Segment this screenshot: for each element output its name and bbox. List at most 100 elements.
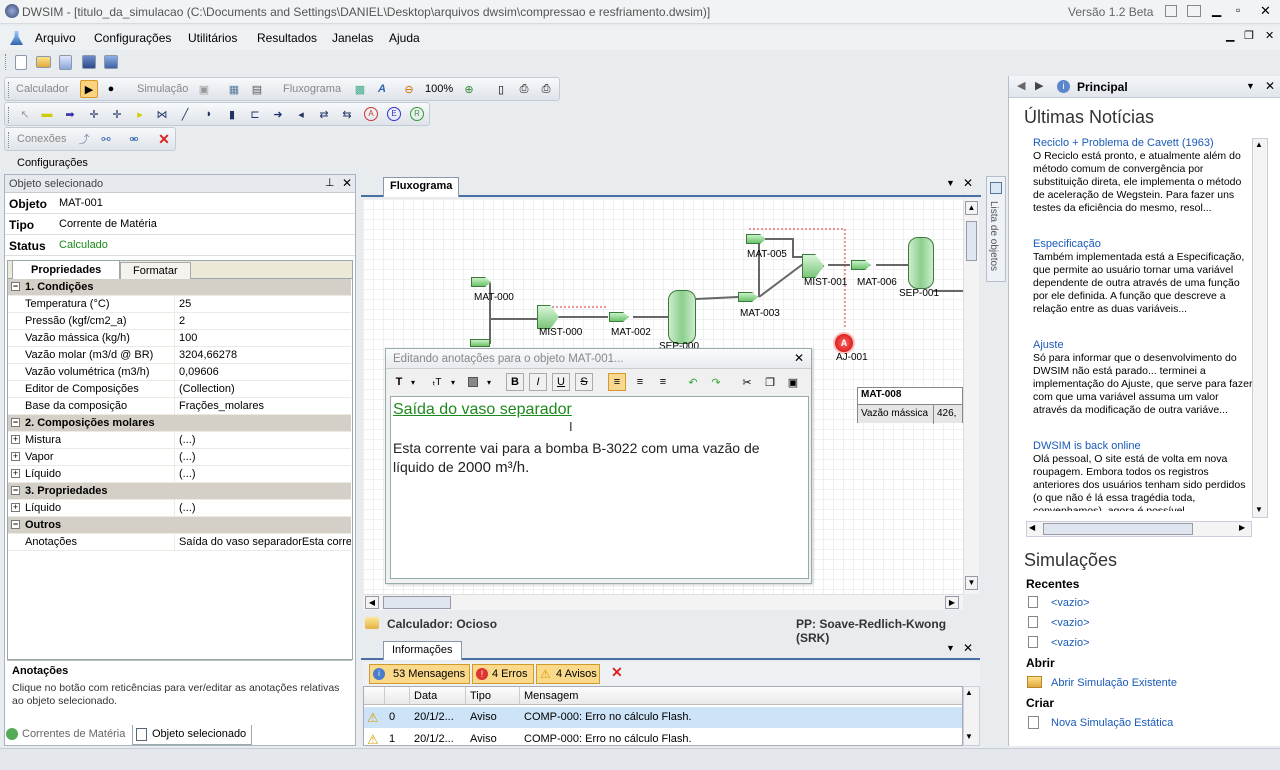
- messages-filter[interactable]: i 53 Mensagens: [369, 664, 470, 684]
- editor-close-icon[interactable]: ✕: [794, 351, 804, 365]
- new-file-icon[interactable]: [12, 53, 30, 71]
- prop-row[interactable]: Anotações Saída do vaso separadorEsta cor…: [8, 534, 351, 551]
- open-folder-icon[interactable]: [34, 53, 52, 71]
- info-close-icon[interactable]: ✕: [963, 641, 973, 655]
- redo-icon[interactable]: ↷: [707, 373, 725, 391]
- col-data[interactable]: Data: [414, 690, 437, 702]
- grid-icon[interactable]: ▦: [225, 80, 243, 98]
- table-row[interactable]: ⚠ 1 20/1/2... Aviso COMP-000: Erro no cá…: [364, 729, 962, 745]
- category-condicoes[interactable]: − 1. Condições: [8, 279, 351, 296]
- news-link[interactable]: Reciclo + Problema de Cavett (1963): [1033, 137, 1214, 149]
- recent-item[interactable]: <vazio>: [1051, 617, 1090, 629]
- tab-formatar[interactable]: Formatar: [120, 262, 191, 279]
- menu-utilitarios[interactable]: Utilitários: [188, 31, 237, 45]
- configuracoes-label[interactable]: Configurações: [17, 157, 88, 169]
- collapse-icon[interactable]: −: [11, 486, 20, 495]
- news-link[interactable]: DWSIM is back online: [1033, 440, 1141, 452]
- close-icon[interactable]: ✕: [1260, 3, 1271, 19]
- object-list-side-tab[interactable]: Lista de objetos: [986, 176, 1006, 282]
- open-multiple-icon[interactable]: [56, 53, 74, 71]
- heater-icon[interactable]: ➜: [269, 105, 287, 123]
- minimize-icon[interactable]: ▁: [1212, 3, 1221, 17]
- collapse-icon[interactable]: −: [11, 520, 20, 529]
- scroll-left-icon[interactable]: ◀: [1029, 523, 1035, 532]
- mixer-icon[interactable]: ✛: [85, 105, 103, 123]
- scroll-left-icon[interactable]: ◀: [365, 596, 379, 609]
- dropdown-icon[interactable]: ▼: [946, 178, 955, 188]
- copy-icon[interactable]: ❐: [761, 373, 779, 391]
- pump-icon[interactable]: ▸: [131, 105, 149, 123]
- expand-icon[interactable]: +: [11, 503, 20, 512]
- pin-icon[interactable]: ⊥: [325, 176, 335, 189]
- compressor-icon[interactable]: ◗: [200, 105, 218, 123]
- align-left-icon[interactable]: ≡: [608, 373, 626, 391]
- cube-icon[interactable]: ▣: [195, 80, 213, 98]
- save-icon[interactable]: [80, 53, 98, 71]
- prop-row[interactable]: Pressão (kgf/cm2_a) 2: [8, 313, 351, 330]
- collapse-icon[interactable]: −: [11, 282, 20, 291]
- category-propriedades[interactable]: − 3. Propriedades: [8, 483, 351, 500]
- tab-fluxograma[interactable]: Fluxograma: [383, 177, 460, 197]
- messages-scrollbar[interactable]: ▲ ▼: [963, 686, 980, 746]
- splitter-icon[interactable]: ✛: [108, 105, 126, 123]
- connect-icon[interactable]: ⤴: [75, 130, 93, 148]
- save-all-icon[interactable]: [102, 53, 120, 71]
- tab-objeto-selecionado[interactable]: Objeto selecionado: [132, 725, 252, 745]
- underline-icon[interactable]: U: [552, 373, 570, 391]
- hscroll-thumb[interactable]: [383, 596, 451, 609]
- news-link[interactable]: Especificação: [1033, 238, 1101, 250]
- pipe-icon[interactable]: ╱: [176, 105, 194, 123]
- prop-row[interactable]: Vazão volumétrica (m3/h) 0,09606: [8, 364, 351, 381]
- errors-filter[interactable]: ! 4 Erros: [472, 664, 534, 684]
- info-dropdown-icon[interactable]: ▼: [946, 643, 955, 653]
- news-vscroll[interactable]: ▲ ▼: [1252, 138, 1268, 518]
- expand-icon[interactable]: +: [11, 435, 20, 444]
- mdi-restore-icon[interactable]: ❐: [1244, 29, 1254, 42]
- menu-configuracoes[interactable]: Configurações: [94, 31, 171, 45]
- news-hscroll[interactable]: ◀ ▶: [1026, 521, 1252, 537]
- valve-icon[interactable]: ⋈: [153, 105, 171, 123]
- print-preview-icon[interactable]: ⎙: [537, 80, 555, 98]
- new-simulation-link[interactable]: Nova Simulação Estática: [1051, 717, 1173, 729]
- panel-close-icon[interactable]: ✕: [342, 176, 352, 190]
- scroll-up-icon[interactable]: ▲: [1255, 140, 1263, 149]
- separator-sep-001[interactable]: [908, 237, 934, 289]
- stream-lower-fragment[interactable]: [470, 339, 490, 347]
- recent-item[interactable]: <vazio>: [1051, 637, 1090, 649]
- prop-row[interactable]: Temperatura (°C) 25: [8, 296, 351, 313]
- zoom-in-icon[interactable]: ⊕: [460, 80, 478, 98]
- vertical-scrollbar[interactable]: ▲ ▼: [963, 199, 979, 594]
- zoom-out-icon[interactable]: ⊖: [400, 80, 418, 98]
- tab-propriedades[interactable]: Propriedades: [12, 260, 121, 279]
- prop-row[interactable]: Base da composição Frações_molares: [8, 398, 351, 415]
- material-stream-icon[interactable]: ➡: [61, 105, 79, 123]
- scroll-thumb[interactable]: [966, 221, 977, 261]
- exchanger-icon[interactable]: ⇄: [315, 105, 333, 123]
- mat-008-table[interactable]: MAT-008 Vazão mássica 426,: [857, 387, 963, 424]
- scroll-up-icon[interactable]: ▲: [965, 201, 978, 215]
- energy-stream-icon[interactable]: ▬: [38, 105, 56, 123]
- play-icon[interactable]: ▶: [80, 80, 98, 98]
- hscroll-thumb[interactable]: [1043, 523, 1193, 535]
- spec-icon[interactable]: E: [385, 105, 403, 123]
- link-icon[interactable]: ⚯: [97, 130, 115, 148]
- prop-row[interactable]: + Mistura (...): [8, 432, 351, 449]
- export-icon[interactable]: ▯: [492, 80, 510, 98]
- separator-sep-000[interactable]: [668, 290, 696, 344]
- bold-icon[interactable]: B: [506, 373, 524, 391]
- scroll-down-icon[interactable]: ▼: [1255, 505, 1263, 514]
- align-center-icon[interactable]: ≡: [631, 373, 649, 391]
- expand-icon[interactable]: +: [11, 469, 20, 478]
- news-link[interactable]: Ajuste: [1033, 339, 1064, 351]
- forward-icon[interactable]: ▶: [1035, 79, 1043, 92]
- scroll-down-icon[interactable]: ▼: [965, 576, 978, 590]
- flowsheet-close-icon[interactable]: ✕: [963, 176, 973, 190]
- maximize-icon[interactable]: ▫: [1236, 3, 1240, 17]
- reactor-icon[interactable]: ⇆: [338, 105, 356, 123]
- menu-ajuda[interactable]: Ajuda: [389, 31, 420, 45]
- back-icon[interactable]: ◀: [1017, 79, 1025, 92]
- image-icon[interactable]: ▩: [351, 80, 369, 98]
- horizontal-scrollbar[interactable]: ◀ ▶: [363, 594, 963, 610]
- prop-row[interactable]: Editor de Composições (Collection): [8, 381, 351, 398]
- mdi-minimize-icon[interactable]: ▁: [1226, 29, 1234, 42]
